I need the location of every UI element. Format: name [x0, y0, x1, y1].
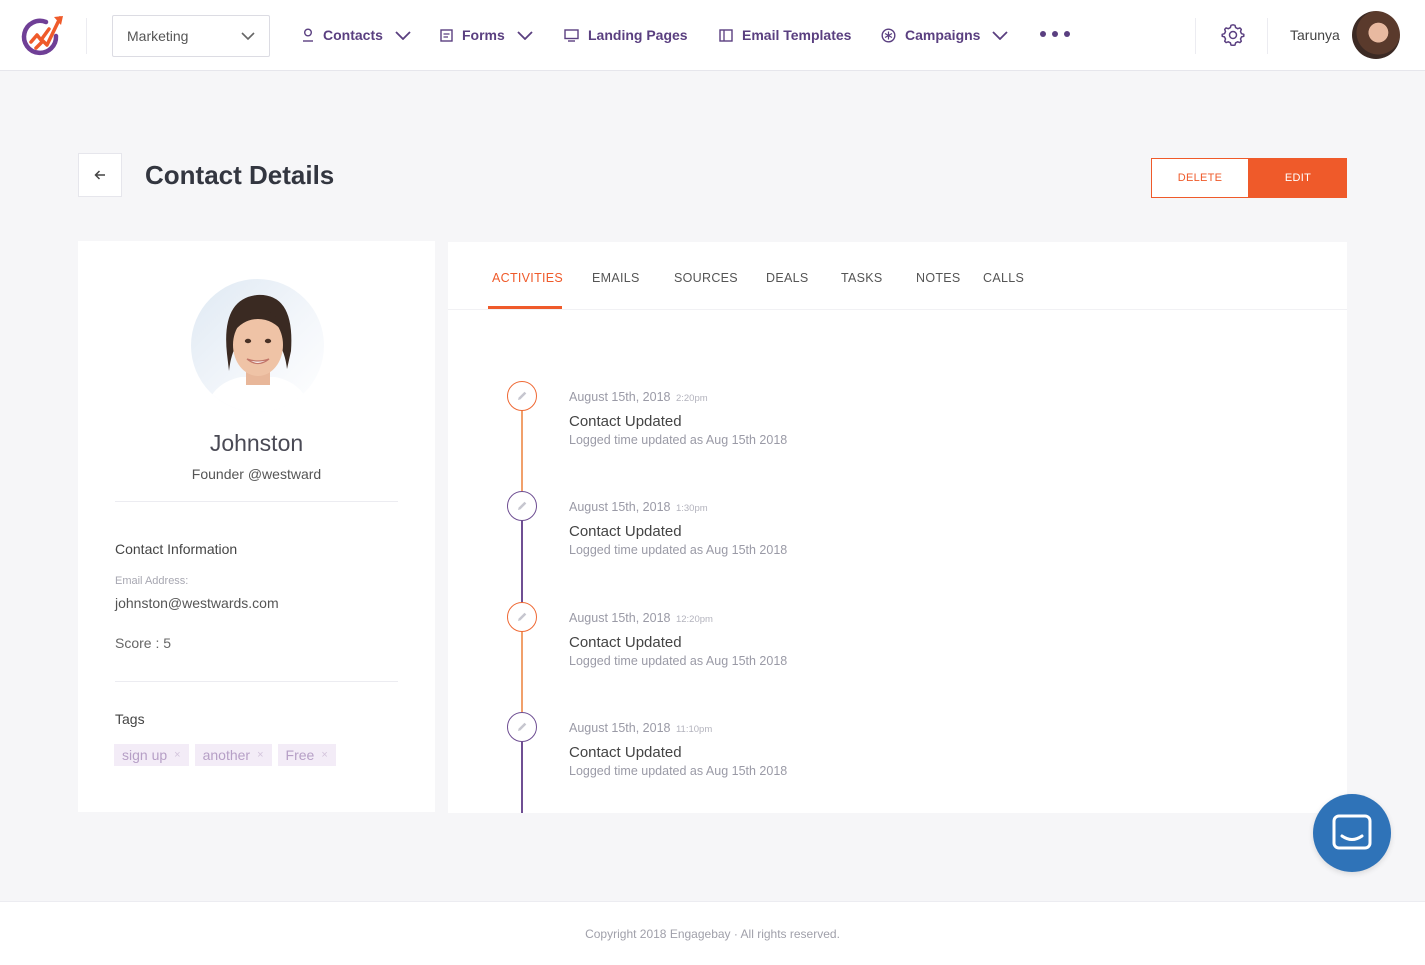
- workspace-select-value: Marketing: [127, 28, 189, 44]
- timeline-marker: [507, 712, 537, 742]
- active-tab-indicator: [488, 306, 562, 309]
- tab-calls[interactable]: CALLS: [983, 271, 1024, 285]
- contact-role: Founder @westward: [191, 466, 322, 482]
- activity-description: Logged time updated as Aug 15th 2018: [569, 764, 788, 778]
- activity-date: August 15th, 2018 2:20pm: [569, 390, 708, 404]
- nav-campaigns-label: Campaigns: [905, 27, 981, 43]
- forms-icon: [440, 28, 453, 42]
- activity-time: 1:30pm: [675, 503, 708, 514]
- nav-campaigns[interactable]: Campaigns: [881, 0, 1009, 70]
- tag-chip[interactable]: another ×: [194, 744, 272, 766]
- activity-date: August 15th, 2018 12:20pm: [569, 611, 713, 625]
- activity-title: Contact Updated: [569, 744, 682, 761]
- contact-score: Score : 5: [115, 635, 172, 651]
- activity-title: Contact Updated: [569, 413, 682, 430]
- activity-date-text: August 15th, 2018: [569, 721, 671, 735]
- tag-chip[interactable]: sign up ×: [114, 744, 189, 766]
- activity-date: August 15th, 2018 11:10pm: [569, 721, 712, 735]
- close-icon[interactable]: ×: [257, 749, 263, 761]
- copyright-text: Copyright 2018 Engagebay · All rights re…: [585, 927, 840, 941]
- chevron-down-icon: [241, 31, 255, 40]
- tab-tasks[interactable]: TASKS: [841, 271, 883, 285]
- contact-info-heading: Contact Information: [115, 541, 238, 557]
- activity-title: Contact Updated: [569, 523, 682, 540]
- tag-list: sign up × another × Free ×: [114, 744, 336, 766]
- activity-title: Contact Updated: [569, 634, 682, 651]
- activity-description: Logged time updated as Aug 15th 2018: [569, 543, 788, 557]
- tag-chip[interactable]: Free ×: [277, 744, 336, 766]
- nav-email-templates-label: Email Templates: [742, 27, 852, 43]
- timeline-marker: [507, 602, 537, 632]
- chat-icon: [1332, 814, 1372, 850]
- activity-date-text: August 15th, 2018: [569, 611, 671, 625]
- close-icon[interactable]: ×: [321, 749, 327, 761]
- tab-notes[interactable]: NOTES: [916, 271, 961, 285]
- activity-time: 2:20pm: [675, 393, 708, 404]
- tags-heading: Tags: [115, 711, 145, 727]
- tab-bar: ACTIVITIES EMAILS SOURCES DEALS TASKS NO…: [448, 242, 1347, 310]
- activity-description: Logged time updated as Aug 15th 2018: [569, 654, 788, 668]
- divider: [1195, 18, 1196, 54]
- user-name[interactable]: Tarunya: [1290, 27, 1340, 43]
- tab-activities[interactable]: ACTIVITIES: [492, 271, 563, 285]
- pencil-icon: [518, 722, 527, 731]
- activity-date-text: August 15th, 2018: [569, 390, 671, 404]
- tab-sources[interactable]: SOURCES: [674, 271, 738, 285]
- nav-forms-label: Forms: [462, 27, 505, 43]
- chevron-down-icon: [395, 30, 411, 40]
- landing-pages-icon: [564, 28, 579, 42]
- avatar[interactable]: [1352, 11, 1400, 59]
- divider: [86, 18, 87, 54]
- contact-profile-card: Johnston Founder @westward Contact Infor…: [78, 241, 435, 812]
- delete-button[interactable]: DELETE: [1151, 158, 1249, 198]
- contacts-icon: [303, 28, 313, 42]
- chevron-down-icon: [992, 30, 1009, 40]
- gear-icon[interactable]: [1221, 23, 1245, 52]
- page-title: Contact Details: [145, 160, 335, 190]
- activity-card: ACTIVITIES EMAILS SOURCES DEALS TASKS NO…: [448, 242, 1347, 813]
- activity-date-text: August 15th, 2018: [569, 500, 671, 514]
- tag-label: another: [202, 747, 251, 763]
- pencil-icon: [518, 501, 527, 510]
- more-icon[interactable]: [1040, 31, 1070, 39]
- email-templates-icon: [719, 28, 733, 42]
- contact-name: Johnston: [209, 430, 304, 456]
- campaigns-icon: [881, 27, 896, 43]
- nav-contacts-label: Contacts: [323, 27, 383, 43]
- tag-label: sign up: [122, 747, 168, 763]
- activity-time: 12:20pm: [675, 614, 713, 625]
- contact-avatar: [191, 279, 324, 412]
- nav-forms[interactable]: Forms: [440, 0, 533, 70]
- chat-button[interactable]: [1313, 794, 1391, 872]
- nav-contacts[interactable]: Contacts: [302, 0, 411, 70]
- tab-emails[interactable]: EMAILS: [592, 271, 640, 285]
- close-icon[interactable]: ×: [174, 749, 180, 761]
- email-value[interactable]: johnston@westwards.com: [115, 595, 279, 611]
- workspace-select[interactable]: Marketing: [112, 15, 270, 57]
- edit-button[interactable]: EDIT: [1249, 158, 1347, 198]
- top-navigation-bar: Marketing Contacts Forms Landing Pages E…: [0, 0, 1425, 71]
- back-arrow-icon: [94, 170, 105, 180]
- pencil-icon: [518, 391, 527, 400]
- footer: Copyright 2018 Engagebay · All rights re…: [0, 901, 1425, 965]
- nav-email-templates[interactable]: Email Templates: [719, 0, 851, 70]
- divider: [115, 681, 398, 682]
- activity-time: 11:10pm: [675, 724, 713, 735]
- app-logo[interactable]: [20, 14, 66, 58]
- timeline-line: [521, 739, 523, 813]
- pencil-icon: [518, 612, 527, 621]
- timeline-marker: [507, 381, 537, 411]
- tag-label: Free: [285, 747, 315, 763]
- back-button[interactable]: [78, 153, 122, 197]
- activity-date: August 15th, 2018 1:30pm: [569, 500, 708, 514]
- tab-deals[interactable]: DEALS: [766, 271, 809, 285]
- activity-description: Logged time updated as Aug 15th 2018: [569, 433, 788, 447]
- chevron-down-icon: [517, 30, 533, 40]
- email-label: Email Address:: [115, 575, 189, 587]
- divider: [115, 501, 398, 502]
- nav-landing-pages[interactable]: Landing Pages: [564, 0, 688, 70]
- timeline-marker: [507, 491, 537, 521]
- divider: [1267, 18, 1268, 54]
- nav-landing-pages-label: Landing Pages: [588, 27, 688, 43]
